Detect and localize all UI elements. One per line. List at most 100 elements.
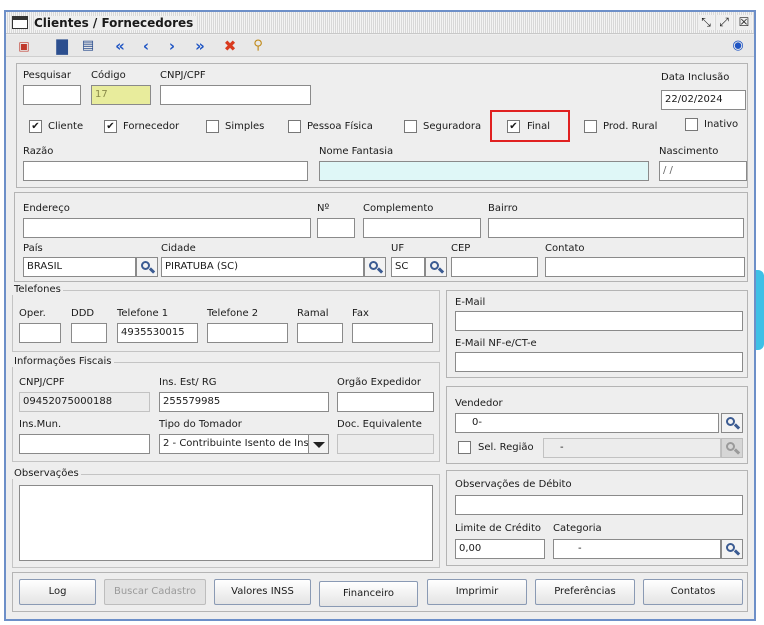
uf-input[interactable]: SC xyxy=(391,257,425,277)
cidade-lookup-button[interactable] xyxy=(364,257,386,277)
observacoes-textarea[interactable] xyxy=(19,485,433,561)
codigo-input[interactable]: 17 xyxy=(91,85,151,105)
numero-input[interactable] xyxy=(317,218,355,238)
vendedor-input[interactable]: 0- xyxy=(455,413,719,433)
cidade-input[interactable]: PIRATUBA (SC) xyxy=(161,257,364,277)
simples-label: Simples xyxy=(225,121,265,132)
inativo-checkbox[interactable] xyxy=(685,118,698,131)
ramal-input[interactable] xyxy=(297,323,343,343)
pesquisar-input[interactable] xyxy=(23,85,81,105)
contato-label: Contato xyxy=(545,243,585,254)
oper-label: Oper. xyxy=(19,308,46,319)
cliente-checkbox[interactable]: ✔ xyxy=(29,120,42,133)
fornecedor-checkbox[interactable]: ✔ xyxy=(104,120,117,133)
tipo-tomador-label: Tipo do Tomador xyxy=(159,419,242,430)
telefone1-label: Telefone 1 xyxy=(117,308,169,319)
regiao-value: - xyxy=(560,442,564,453)
observacoes-debito-input[interactable] xyxy=(455,495,743,515)
nome-fantasia-input[interactable] xyxy=(319,161,649,181)
razao-input[interactable] xyxy=(23,161,308,181)
ins-mun-label: Ins.Mun. xyxy=(19,419,62,430)
buscar-cadastro-button[interactable]: Buscar Cadastro xyxy=(104,579,206,605)
chevron-down-icon[interactable] xyxy=(308,435,328,453)
fax-input[interactable] xyxy=(352,323,433,343)
orgao-expedidor-input[interactable] xyxy=(337,392,434,412)
fiscal-cnpj-input[interactable]: 09452075000188 xyxy=(19,392,150,412)
sel-regiao-label: Sel. Região xyxy=(478,442,534,453)
telefone2-input[interactable] xyxy=(207,323,288,343)
email-nfe-label: E-Mail NF-e/CT-e xyxy=(455,338,537,349)
help-icon[interactable]: ◉ xyxy=(728,36,748,56)
log-button[interactable]: Log xyxy=(19,579,96,605)
last-record-icon[interactable]: » xyxy=(190,36,210,56)
seguradora-checkbox[interactable] xyxy=(404,120,417,133)
nome-fantasia-label: Nome Fantasia xyxy=(319,146,394,157)
title-bar: Clientes / Fornecedores ⤡ ⤢ ☒ xyxy=(6,12,754,34)
tipo-tomador-select[interactable]: 2 - Contribuinte Isento de Ins... xyxy=(159,434,329,454)
prod-rural-checkbox[interactable] xyxy=(584,120,597,133)
email-input[interactable] xyxy=(455,311,743,331)
contatos-button[interactable]: Contatos xyxy=(643,579,743,605)
cnpj-input[interactable] xyxy=(160,85,311,105)
uf-lookup-button[interactable] xyxy=(425,257,447,277)
seguradora-label: Seguradora xyxy=(423,121,482,132)
simples-checkbox[interactable] xyxy=(206,120,219,133)
search-icon[interactable]: ⚲ xyxy=(248,36,268,56)
valores-inss-button[interactable]: Valores INSS xyxy=(214,579,311,605)
nascimento-input[interactable]: / / xyxy=(659,161,747,181)
observacoes-debito-label: Observações de Débito xyxy=(455,479,572,490)
contato-input[interactable] xyxy=(545,257,745,277)
email-nfe-input[interactable] xyxy=(455,352,743,372)
observacoes-group: Observações xyxy=(12,468,440,568)
endereco-input[interactable] xyxy=(23,218,311,238)
imprimir-button[interactable]: Imprimir xyxy=(427,579,527,605)
cep-input[interactable] xyxy=(451,257,538,277)
observacoes-legend: Observações xyxy=(12,468,81,479)
minimize-icon[interactable]: ⤡ xyxy=(698,15,714,30)
fax-label: Fax xyxy=(352,308,369,319)
previous-record-icon[interactable]: ‹ xyxy=(136,36,156,56)
fiscal-cnpj-label: CNPJ/CPF xyxy=(19,377,65,388)
first-record-icon[interactable]: « xyxy=(110,36,130,56)
pais-input[interactable]: BRASIL xyxy=(23,257,136,277)
razao-label: Razão xyxy=(23,146,54,157)
categoria-lookup-button[interactable] xyxy=(721,539,743,559)
save-icon[interactable]: ▇ xyxy=(52,36,72,56)
sel-regiao-checkbox[interactable] xyxy=(458,441,471,454)
doc-equivalente-input[interactable] xyxy=(337,434,434,454)
pessoa-fisica-checkbox[interactable] xyxy=(288,120,301,133)
vendedor-lookup-button[interactable] xyxy=(721,413,743,433)
next-record-icon[interactable]: › xyxy=(162,36,182,56)
document-icon[interactable]: ▤ xyxy=(78,36,98,56)
maximize-icon[interactable]: ⤢ xyxy=(716,15,732,30)
window-title: Clientes / Fornecedores xyxy=(34,16,198,30)
categoria-input[interactable]: - xyxy=(553,539,721,559)
vendedor-panel: Vendedor 0- Sel. Região - xyxy=(446,386,748,464)
ddd-input[interactable] xyxy=(71,323,107,343)
close-icon[interactable]: ☒ xyxy=(736,15,752,30)
informacoes-fiscais-group: Informações Fiscais CNPJ/CPF 09452075000… xyxy=(12,356,440,462)
preferencias-button[interactable]: Preferências xyxy=(535,579,635,605)
ddd-label: DDD xyxy=(71,308,95,319)
close-form-icon[interactable]: ▣ xyxy=(14,36,34,56)
ins-est-input[interactable]: 255579985 xyxy=(159,392,329,412)
oper-input[interactable] xyxy=(19,323,61,343)
bairro-input[interactable] xyxy=(488,218,744,238)
pesquisar-label: Pesquisar xyxy=(23,70,71,81)
delete-icon[interactable]: ✖ xyxy=(220,36,240,56)
action-buttons-bar: Log Buscar Cadastro Valores INSS Finance… xyxy=(12,572,748,612)
regiao-lookup-button[interactable] xyxy=(721,438,743,458)
complemento-label: Complemento xyxy=(363,203,434,214)
ins-mun-input[interactable] xyxy=(19,434,150,454)
telefone1-input[interactable]: 4935530015 xyxy=(117,323,198,343)
prod-rural-label: Prod. Rural xyxy=(603,121,658,132)
limite-credito-input[interactable]: 0,00 xyxy=(455,539,545,559)
financeiro-button[interactable]: Financeiro xyxy=(319,581,418,607)
toolbar: ▣ ▇ ▤ « ‹ › » ✖ ⚲ ◉ xyxy=(6,35,754,57)
informacoes-fiscais-legend: Informações Fiscais xyxy=(12,356,114,367)
pais-lookup-button[interactable] xyxy=(136,257,158,277)
regiao-input[interactable]: - xyxy=(543,438,721,458)
data-inclusao-input[interactable]: 22/02/2024 xyxy=(661,90,746,110)
complemento-input[interactable] xyxy=(363,218,481,238)
doc-equivalente-label: Doc. Equivalente xyxy=(337,419,422,430)
